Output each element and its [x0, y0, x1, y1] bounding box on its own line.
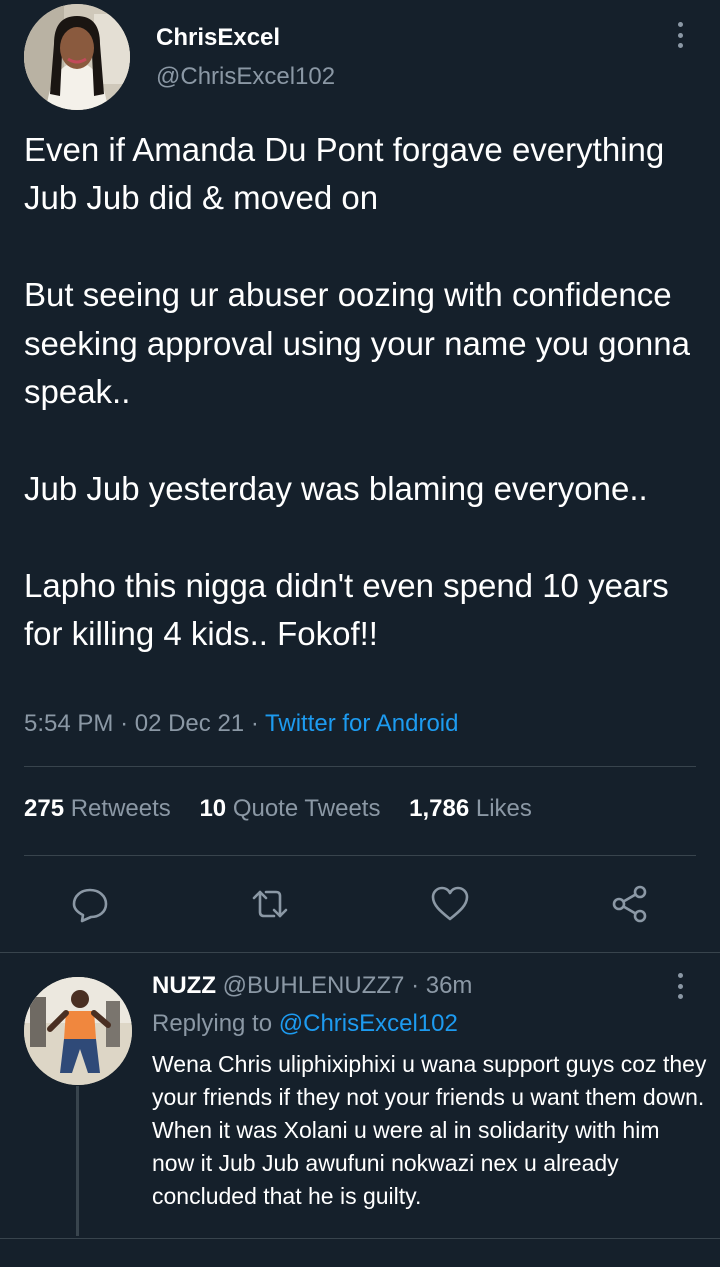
meta-separator: · [120, 710, 129, 737]
tweet-text: Even if Amanda Du Pont forgave everythin… [24, 131, 690, 653]
replying-prefix: Replying to [152, 1010, 273, 1037]
quotes-stat[interactable]: 10 Quote Tweets [199, 795, 380, 822]
thread-line [76, 1086, 79, 1236]
more-options-icon[interactable] [670, 22, 690, 48]
tweet-time: 5:54 PM [24, 710, 114, 737]
more-options-icon[interactable] [670, 973, 690, 999]
meta-separator: · [411, 972, 420, 999]
replying-to: Replying to @ChrisExcel102 [152, 1010, 458, 1038]
likes-stat[interactable]: 1,786 Likes [409, 795, 532, 822]
author-name[interactable]: ChrisExcel [156, 24, 280, 52]
tweet-date: 02 Dec 21 [134, 710, 245, 737]
heart-icon[interactable] [430, 884, 470, 924]
reply-author-handle[interactable]: @BUHLENUZZ7 [223, 972, 405, 999]
reply-time: 36m [425, 972, 473, 999]
likes-count: 1,786 [409, 795, 470, 822]
author-avatar[interactable] [24, 4, 130, 110]
meta-separator: · [250, 710, 259, 737]
tweet-source-link[interactable]: Twitter for Android [265, 710, 458, 737]
replying-mention-link[interactable]: @ChrisExcel102 [279, 1010, 458, 1037]
quotes-count: 10 [199, 795, 227, 822]
retweet-icon[interactable] [250, 884, 290, 924]
retweets-count: 275 [24, 795, 65, 822]
divider [24, 855, 696, 856]
divider [0, 952, 720, 953]
divider [24, 766, 696, 767]
retweets-stat[interactable]: 275 Retweets [24, 795, 171, 822]
quotes-label: Quote Tweets [232, 795, 381, 822]
retweets-label: Retweets [70, 795, 171, 822]
reply-author-avatar[interactable] [24, 977, 132, 1085]
reply-author-name[interactable]: NUZZ [152, 972, 216, 999]
reply-icon[interactable] [70, 884, 110, 924]
tweet-meta: 5:54 PM · 02 Dec 21 · Twitter for Androi… [24, 710, 458, 738]
share-icon[interactable] [610, 884, 650, 924]
reply-text: Wena Chris uliphixiphixi u wana support … [152, 1051, 707, 1209]
reply-header: NUZZ @BUHLENUZZ7 · 36m [152, 972, 472, 1000]
author-handle[interactable]: @ChrisExcel102 [156, 63, 335, 91]
likes-label: Likes [475, 795, 532, 822]
divider [0, 1238, 720, 1239]
tweet-stats: 275 Retweets 10 Quote Tweets 1,786 Likes [24, 795, 554, 823]
